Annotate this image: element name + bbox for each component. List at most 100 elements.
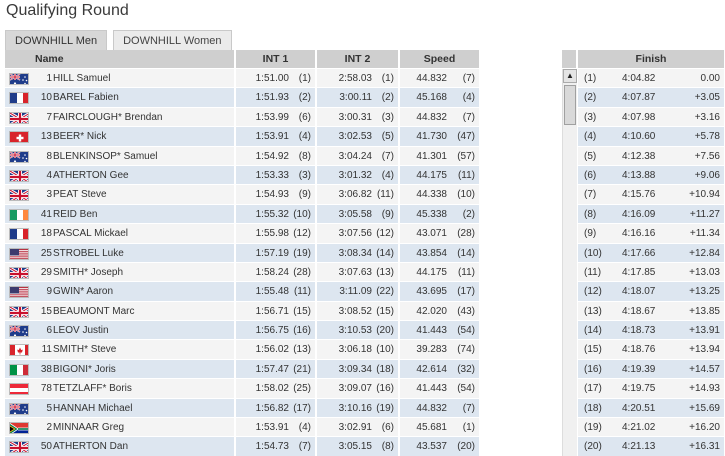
int2-time: 3:06.18 [338, 344, 372, 356]
header-spacer [481, 50, 561, 68]
results-scrollbar[interactable]: ▲ [562, 69, 577, 456]
bib-number: 41 [40, 208, 52, 220]
table-row[interactable]: 10 BAREL Fabien 1:51.93 (2) 3:00.11 (2) … [5, 88, 725, 108]
table-row[interactable]: 29 SMITH* Joseph 1:58.24 (28) 3:07.63 (1… [5, 262, 725, 283]
rider-name[interactable]: SMITH* Steve [53, 340, 116, 358]
int1-cell: 1:55.48 (11) [236, 282, 316, 302]
table-row[interactable]: 13 BEER* Nick 1:53.91 (4) 3:02.53 (5) 41… [5, 127, 725, 147]
int1-rank: (13) [293, 344, 311, 356]
int2-time: 3:02.91 [338, 422, 372, 434]
speed-cell: 44.832 (7) [400, 69, 480, 89]
table-row[interactable]: 3 PEAT Steve 1:54.93 (9) 3:06.82 (11) 44… [5, 185, 725, 205]
speed-value: 41.301 [416, 150, 447, 162]
rider-name[interactable]: BAREL Fabien [53, 88, 119, 106]
speed-value: 43.695 [416, 286, 447, 298]
column-header-name[interactable]: Name [5, 50, 235, 68]
rider-name[interactable]: PASCAL Mickael [53, 224, 128, 242]
finish-rank: (1) [584, 73, 597, 84]
table-row[interactable]: 9 GWIN* Aaron 1:55.48 (11) 3:11.09 (22) … [5, 282, 725, 302]
tab-downhill-women[interactable]: DOWNHILL Women [113, 30, 232, 50]
table-row[interactable]: 41 REID Ben 1:55.32 (10) 3:05.58 (9) 45.… [5, 204, 725, 225]
country-flag-icon [9, 344, 29, 357]
finish-gap: +15.69 [689, 402, 720, 414]
int2-rank: (12) [376, 228, 394, 240]
rider-name[interactable]: STROBEL Luke [53, 244, 124, 262]
rider-name[interactable]: ATHERTON Dan [53, 437, 128, 455]
speed-value: 44.175 [416, 169, 447, 181]
rider-name[interactable]: PEAT Steve [53, 185, 107, 203]
tab-downhill-men[interactable]: DOWNHILL Men [5, 30, 108, 50]
scrollbar-thumb[interactable] [564, 85, 576, 125]
bib-number: 6 [46, 325, 52, 337]
row-spacer [481, 360, 561, 379]
rider-cell: 13 BEER* Nick [5, 127, 235, 147]
rider-name[interactable]: BEAUMONT Marc [53, 302, 135, 320]
int2-rank: (8) [381, 441, 394, 453]
int2-time: 3:06.82 [338, 189, 372, 201]
rider-name[interactable]: BIGONI* Joris [53, 360, 116, 378]
table-row[interactable]: 7 FAIRCLOUGH* Brendan 1:53.99 (6) 3:00.3… [5, 107, 725, 128]
finish-gap: +13.25 [689, 286, 720, 298]
int2-rank: (15) [376, 305, 394, 317]
table-row[interactable]: 15 BEAUMONT Marc 1:56.71 (15) 3:08.52 (1… [5, 301, 725, 322]
finish-gap: +5.78 [694, 131, 720, 143]
column-header-int2[interactable]: INT 2 [317, 50, 399, 68]
table-row[interactable]: 2 MINNAAR Greg 1:53.91 (4) 3:02.91 (6) 4… [5, 418, 725, 438]
finish-time: 4:18.07 [622, 286, 656, 298]
int2-cell: 3:08.52 (15) [317, 301, 399, 322]
rider-name[interactable]: HILL Samuel [53, 69, 110, 87]
finish-cell: (12) 4:18.07 +13.25 [578, 282, 725, 302]
table-row[interactable]: 25 STROBEL Luke 1:57.19 (19) 3:08.34 (14… [5, 243, 725, 263]
row-spacer [481, 244, 561, 263]
column-header-speed[interactable]: Speed [400, 50, 480, 68]
scroll-up-icon[interactable]: ▲ [563, 69, 577, 83]
rider-name[interactable]: GWIN* Aaron [53, 282, 113, 300]
table-row[interactable]: 4 ATHERTON Gee 1:53.33 (3) 3:01.32 (4) 4… [5, 165, 725, 186]
country-flag-icon [9, 325, 29, 338]
int2-rank: (10) [376, 344, 394, 356]
int1-time: 1:55.48 [255, 286, 289, 298]
rider-name[interactable]: TETZLAFF* Boris [53, 379, 132, 397]
int2-cell: 3:02.91 (6) [317, 418, 399, 438]
table-row[interactable]: 50 ATHERTON Dan 1:54.73 (7) 3:05.15 (8) … [5, 437, 725, 456]
speed-value: 45.338 [416, 208, 447, 220]
table-row[interactable]: 6 LEOV Justin 1:56.75 (16) 3:10.53 (20) … [5, 321, 725, 341]
country-flag-icon [9, 169, 29, 182]
table-row[interactable]: 11 SMITH* Steve 1:56.02 (13) 3:06.18 (10… [5, 340, 725, 360]
rider-name[interactable]: MINNAAR Greg [53, 418, 124, 436]
rider-name[interactable]: FAIRCLOUGH* Brendan [53, 108, 163, 126]
int1-cell: 1:56.82 (17) [236, 398, 316, 419]
int2-cell: 3:00.11 (2) [317, 88, 399, 108]
column-header-int1[interactable]: INT 1 [236, 50, 316, 68]
table-row[interactable]: 1 HILL Samuel 1:51.00 (1) 2:58.03 (1) 44… [5, 69, 725, 89]
rider-name[interactable]: SMITH* Joseph [53, 263, 123, 281]
row-spacer [481, 321, 561, 340]
int2-rank: (16) [376, 383, 394, 395]
finish-cell: (19) 4:21.02 +16.20 [578, 418, 725, 438]
rider-name[interactable]: HANNAH Michael [53, 399, 132, 417]
finish-cell: (4) 4:10.60 +5.78 [578, 127, 725, 147]
rider-name[interactable]: BLENKINSOP* Samuel [53, 147, 158, 165]
table-row[interactable]: 5 HANNAH Michael 1:56.82 (17) 3:10.16 (1… [5, 398, 725, 419]
table-row[interactable]: 8 BLENKINSOP* Samuel 1:54.92 (8) 3:04.24… [5, 146, 725, 166]
int1-time: 1:56.82 [255, 402, 289, 414]
int1-time: 1:58.02 [255, 383, 289, 395]
int1-rank: (3) [298, 169, 311, 181]
int1-time: 1:57.47 [255, 363, 289, 375]
table-row[interactable]: 18 PASCAL Mickael 1:55.98 (12) 3:07.56 (… [5, 224, 725, 244]
row-spacer [481, 205, 561, 224]
finish-cell: (6) 4:13.88 +9.06 [578, 165, 725, 186]
column-header-finish[interactable]: Finish [578, 50, 725, 68]
finish-time: 4:17.66 [622, 247, 656, 259]
table-row[interactable]: 78 TETZLAFF* Boris 1:58.02 (25) 3:09.07 … [5, 379, 725, 399]
rider-name[interactable]: BEER* Nick [53, 127, 106, 145]
rider-name[interactable]: ATHERTON Gee [53, 166, 129, 184]
int2-time: 3:07.63 [338, 266, 372, 278]
rider-name[interactable]: LEOV Justin [53, 321, 109, 339]
rider-cell: 38 BIGONI* Joris [5, 359, 235, 380]
finish-cell: (10) 4:17.66 +12.84 [578, 243, 725, 263]
int1-cell: 1:53.99 (6) [236, 107, 316, 128]
table-row[interactable]: 38 BIGONI* Joris 1:57.47 (21) 3:09.34 (1… [5, 359, 725, 380]
bib-number: 25 [40, 247, 52, 259]
rider-name[interactable]: REID Ben [53, 205, 97, 223]
